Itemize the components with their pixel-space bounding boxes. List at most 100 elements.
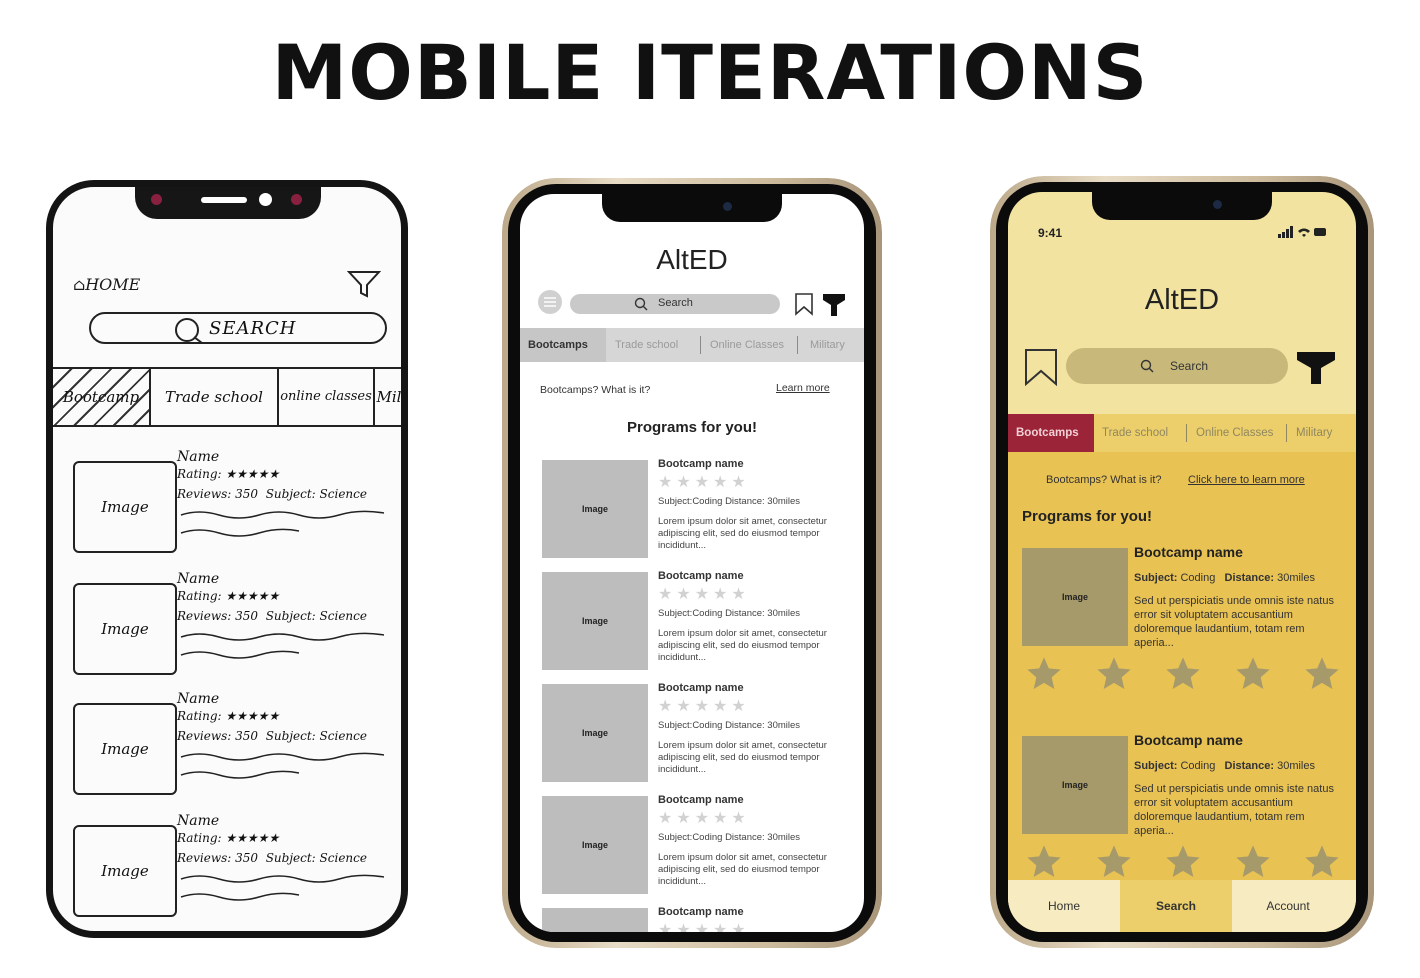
- star-icon[interactable]: [1233, 654, 1273, 694]
- learn-more-link[interactable]: Click here to learn more: [1188, 474, 1305, 486]
- card-reviews: Reviews: 350 Subject: Science: [177, 487, 367, 501]
- rating-stars[interactable]: ★★★★★: [658, 920, 750, 932]
- list-item[interactable]: Image Bootcamp name ★★★★★ Subject:Coding…: [542, 458, 842, 560]
- search-input[interactable]: SEARCH: [89, 312, 387, 344]
- filter-icon[interactable]: [347, 269, 381, 299]
- tab-trade-school[interactable]: Trade school: [615, 328, 678, 362]
- section-heading: Programs for you!: [626, 419, 758, 436]
- rating-stars[interactable]: ★★★★★: [658, 472, 750, 492]
- rating-stars-icon: ★★★★★: [225, 831, 280, 845]
- card-image: Image: [73, 703, 177, 795]
- list-item[interactable]: Image Name Rating: ★★★★★ Reviews: 350 Su…: [67, 691, 397, 809]
- star-icon[interactable]: [1024, 654, 1064, 694]
- bookmark-icon[interactable]: [1024, 348, 1058, 386]
- tab-bootcamp[interactable]: Bootcamp: [53, 369, 151, 425]
- tab-trade-school[interactable]: Trade school: [1102, 414, 1168, 452]
- app-title: AltED: [1144, 284, 1220, 316]
- rating-stars[interactable]: ★★★★★: [658, 696, 750, 716]
- card-rating: Rating: ★★★★★: [177, 467, 280, 481]
- nav-home[interactable]: Home: [1008, 880, 1120, 932]
- list-item[interactable]: Image Bootcamp name ★★★★★ Subject:Coding…: [542, 682, 842, 784]
- tab-online-classes[interactable]: Online Classes: [710, 328, 784, 362]
- phone-notch: [1092, 192, 1272, 220]
- list-item[interactable]: Bootcamp name ★★★★★: [542, 906, 842, 932]
- phone-screen: 9:41 AltED Search Bootcamps Trade school…: [1008, 192, 1356, 932]
- list-item[interactable]: Image Bootcamp name Subject: Coding Dist…: [1022, 732, 1344, 896]
- rating-stars[interactable]: [1024, 654, 1342, 694]
- star-icon[interactable]: [1094, 842, 1134, 882]
- search-input[interactable]: Search: [1066, 348, 1288, 384]
- card-image: [542, 908, 648, 932]
- star-icon[interactable]: [1233, 842, 1273, 882]
- phone-notch: [602, 194, 782, 222]
- card-meta: Subject:Coding Distance: 30miles: [658, 832, 801, 843]
- card-image: Image: [542, 460, 648, 558]
- card-image: Image: [542, 572, 648, 670]
- card-name: Bootcamp name: [658, 682, 744, 694]
- star-icon[interactable]: [1163, 654, 1203, 694]
- star-icon[interactable]: [1302, 654, 1342, 694]
- learn-more-link[interactable]: Learn more: [776, 382, 830, 394]
- search-icon: [1140, 359, 1154, 373]
- card-meta: Subject:Coding Distance: 30miles: [658, 720, 801, 731]
- tab-military[interactable]: Mil: [375, 369, 401, 425]
- card-name: Bootcamp name: [1134, 732, 1243, 748]
- card-rating: Rating: ★★★★★: [177, 589, 280, 603]
- star-icon[interactable]: [1302, 842, 1342, 882]
- star-icon[interactable]: [1163, 842, 1203, 882]
- phone-screen: AltED Search Bootcamps Trade school Onli…: [520, 194, 864, 932]
- tab-military[interactable]: Military: [810, 328, 845, 362]
- rating-stars[interactable]: [1024, 842, 1342, 882]
- home-link[interactable]: ⌂HOME: [73, 275, 140, 294]
- card-image: Image: [542, 796, 648, 894]
- description-scribble: [180, 752, 385, 779]
- tab-bootcamps[interactable]: Bootcamps: [520, 328, 606, 362]
- tab-divider: [1286, 424, 1287, 442]
- card-name: Name: [177, 813, 220, 829]
- card-name: Bootcamp name: [658, 794, 744, 806]
- rating-stars-icon: ★★★★★: [225, 589, 280, 603]
- tab-online-classes[interactable]: online classes: [279, 369, 375, 425]
- tab-divider: [700, 336, 701, 354]
- rating-stars[interactable]: ★★★★★: [658, 584, 750, 604]
- page-title: MOBILE ITERATIONS: [271, 28, 1149, 117]
- filter-icon[interactable]: [822, 292, 846, 318]
- list-item[interactable]: Image Bootcamp name Subject: Coding Dist…: [1022, 544, 1344, 708]
- card-description: Lorem ipsum dolor sit amet, consectetur …: [658, 740, 827, 775]
- tab-trade-school[interactable]: Trade school: [151, 369, 279, 425]
- search-icon: [175, 318, 203, 344]
- nav-search[interactable]: Search: [1120, 880, 1232, 932]
- card-image: Image: [73, 583, 177, 675]
- tab-military[interactable]: Military: [1296, 414, 1332, 452]
- home-icon: ⌂: [73, 275, 86, 294]
- search-icon: [634, 297, 648, 311]
- list-item[interactable]: Image Name Rating: ★★★★★ Reviews: 350 Su…: [67, 813, 397, 931]
- card-meta: Subject:Coding Distance: 30miles: [658, 496, 801, 507]
- filter-icon[interactable]: [1296, 350, 1336, 386]
- card-description: Sed ut perspiciatis unde omnis iste natu…: [1134, 595, 1334, 649]
- list-item[interactable]: Image Bootcamp name ★★★★★ Subject:Coding…: [542, 794, 842, 896]
- list-item[interactable]: Image Name Rating: ★★★★★ Reviews: 350 Su…: [67, 571, 397, 689]
- phone-notch: [135, 187, 321, 219]
- rating-stars-icon: ★★★★★: [225, 709, 280, 723]
- nav-account[interactable]: Account: [1232, 880, 1344, 932]
- lowfi-phone: AltED Search Bootcamps Trade school Onli…: [502, 178, 882, 948]
- star-icon[interactable]: [1024, 842, 1064, 882]
- menu-icon[interactable]: [538, 290, 562, 314]
- card-image: Image: [73, 461, 177, 553]
- bookmark-icon[interactable]: [794, 292, 814, 316]
- card-image: Image: [542, 684, 648, 782]
- category-tabs: Bootcamps Trade school Online Classes Mi…: [520, 328, 864, 362]
- tab-online-classes[interactable]: Online Classes: [1196, 414, 1273, 452]
- search-input[interactable]: Search: [570, 294, 780, 314]
- card-reviews: Reviews: 350 Subject: Science: [177, 729, 367, 743]
- card-name: Bootcamp name: [658, 570, 744, 582]
- card-reviews: Reviews: 350 Subject: Science: [177, 609, 367, 623]
- info-text: Bootcamps? What is it?: [540, 384, 651, 396]
- list-item[interactable]: Image Bootcamp name ★★★★★ Subject:Coding…: [542, 570, 842, 672]
- tab-bootcamps[interactable]: Bootcamps: [1008, 414, 1094, 452]
- star-icon[interactable]: [1094, 654, 1134, 694]
- list-item[interactable]: Image Name Rating: ★★★★★ Reviews: 350 Su…: [67, 449, 397, 567]
- rating-stars[interactable]: ★★★★★: [658, 808, 750, 828]
- card-name: Bootcamp name: [658, 906, 744, 918]
